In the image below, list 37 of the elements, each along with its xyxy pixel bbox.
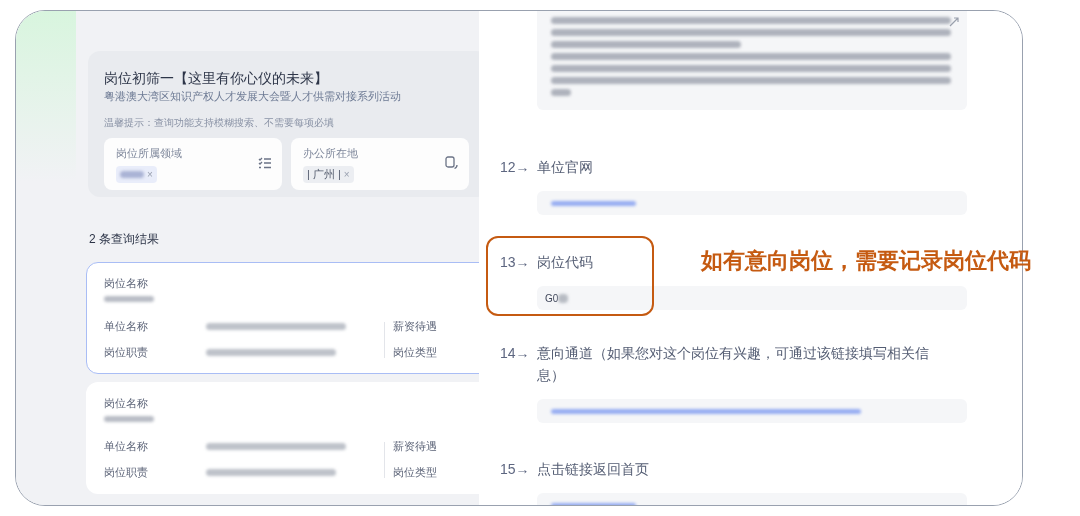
list-icon[interactable] xyxy=(258,157,271,169)
field-label: 岗位类型 xyxy=(393,464,438,480)
question-label: 岗位代码 xyxy=(537,253,593,272)
field-label: 单位名称 xyxy=(104,319,149,334)
filter-tag[interactable]: | 广州 | × xyxy=(303,165,354,183)
filter-title: 岗位初筛一【这里有你心仪的未来】 xyxy=(104,69,329,88)
redacted-text xyxy=(104,296,154,302)
question-label: 意向通道（如果您对这个岗位有兴趣，可通过该链接填写相关信息） xyxy=(537,344,930,385)
filter-field[interactable]: 岗位所属领域 × xyxy=(104,138,282,190)
position-code: G0 xyxy=(545,291,559,306)
annotation-text: 如有意向岗位，需要记录岗位代码 xyxy=(701,247,1031,275)
redacted-text xyxy=(104,416,154,422)
question-number: 13→ xyxy=(500,253,531,272)
filter-field[interactable]: 办公所在地 | 广州 | × xyxy=(291,138,469,190)
field-label: 薪资待遇 xyxy=(393,319,438,334)
redacted-text xyxy=(120,171,144,178)
redacted-text xyxy=(551,89,571,96)
expand-icon[interactable] xyxy=(949,17,959,27)
question-label: 单位官网 xyxy=(537,158,593,177)
tag-text: | 广州 | xyxy=(307,167,341,182)
field-label: 岗位名称 xyxy=(104,396,149,410)
field-label: 岗位职责 xyxy=(104,464,149,480)
field-label: 岗位名称 xyxy=(104,276,149,290)
question-label: 点击链接返回首页 xyxy=(537,460,649,479)
results-count: 2 条查询结果 xyxy=(89,231,159,248)
field-label: 单位名称 xyxy=(104,439,149,454)
filter-subtitle: 粤港澳大湾区知识产权人才发展大会暨人才供需对接系列活动 xyxy=(104,89,402,104)
result-card[interactable]: 岗位名称 单位名称 薪资待遇 岗位职责 岗位类型 xyxy=(86,262,479,374)
question-number: 15→ xyxy=(500,460,531,479)
redacted-text xyxy=(558,293,569,303)
question-number: 12→ xyxy=(500,158,531,177)
field-label: 岗位职责 xyxy=(104,344,149,360)
question-number: 14→ xyxy=(500,344,531,363)
hint-text: 温馨提示：查询功能支持模糊搜索、不需要每项必填 xyxy=(104,116,335,130)
field-label: 岗位类型 xyxy=(393,344,438,360)
field-label: 薪资待遇 xyxy=(393,439,438,454)
result-card[interactable]: 岗位名称 单位名称 薪资待遇 岗位职责 岗位类型 xyxy=(86,382,479,494)
